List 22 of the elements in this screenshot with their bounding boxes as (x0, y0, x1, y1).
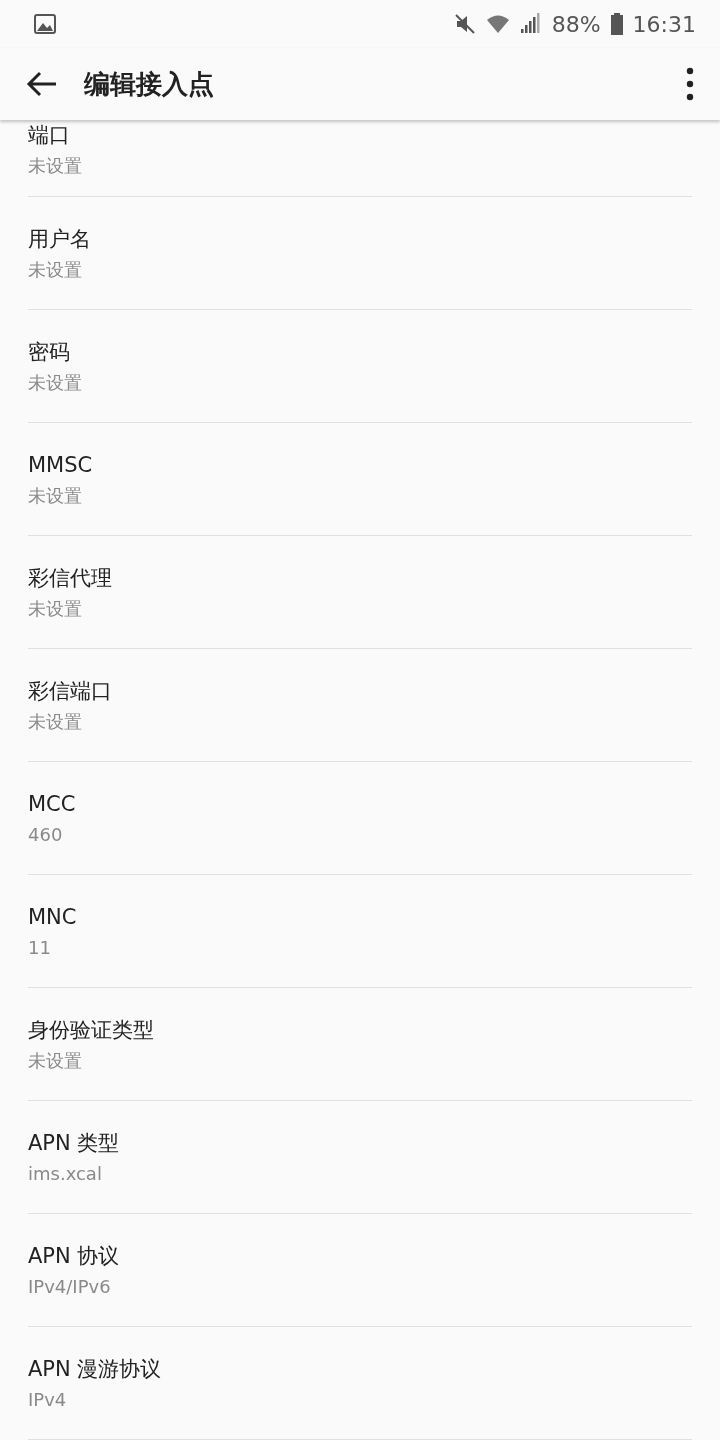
setting-item[interactable]: 身份验证类型 未设置 (28, 988, 692, 1101)
wifi-icon (485, 14, 510, 34)
setting-item[interactable]: 彩信端口 未设置 (28, 649, 692, 762)
clock-time: 16:31 (632, 11, 696, 37)
setting-item[interactable]: APN 漫游协议 IPv4 (28, 1327, 692, 1440)
signal-icon (519, 13, 542, 35)
battery-percentage: 88% (551, 11, 601, 37)
setting-item[interactable]: MCC 460 (28, 762, 692, 875)
mute-icon (453, 13, 476, 35)
back-arrow-icon (26, 70, 58, 98)
battery-icon (610, 13, 623, 35)
image-icon (34, 14, 56, 34)
setting-item[interactable]: MNC 11 (28, 875, 692, 988)
setting-item[interactable]: MMSC 未设置 (28, 423, 692, 536)
more-vertical-icon (686, 67, 694, 101)
setting-item[interactable]: APN 类型 ims.xcal (28, 1101, 692, 1214)
page-title: 编辑接入点 (84, 67, 215, 101)
setting-item[interactable]: 端口 未设置 (28, 120, 692, 197)
setting-item[interactable]: APN 协议 IPv4/IPv6 (28, 1214, 692, 1327)
setting-item[interactable]: 用户名 未设置 (28, 197, 692, 310)
setting-item[interactable]: 密码 未设置 (28, 310, 692, 423)
setting-item[interactable]: 彩信代理 未设置 (28, 536, 692, 649)
